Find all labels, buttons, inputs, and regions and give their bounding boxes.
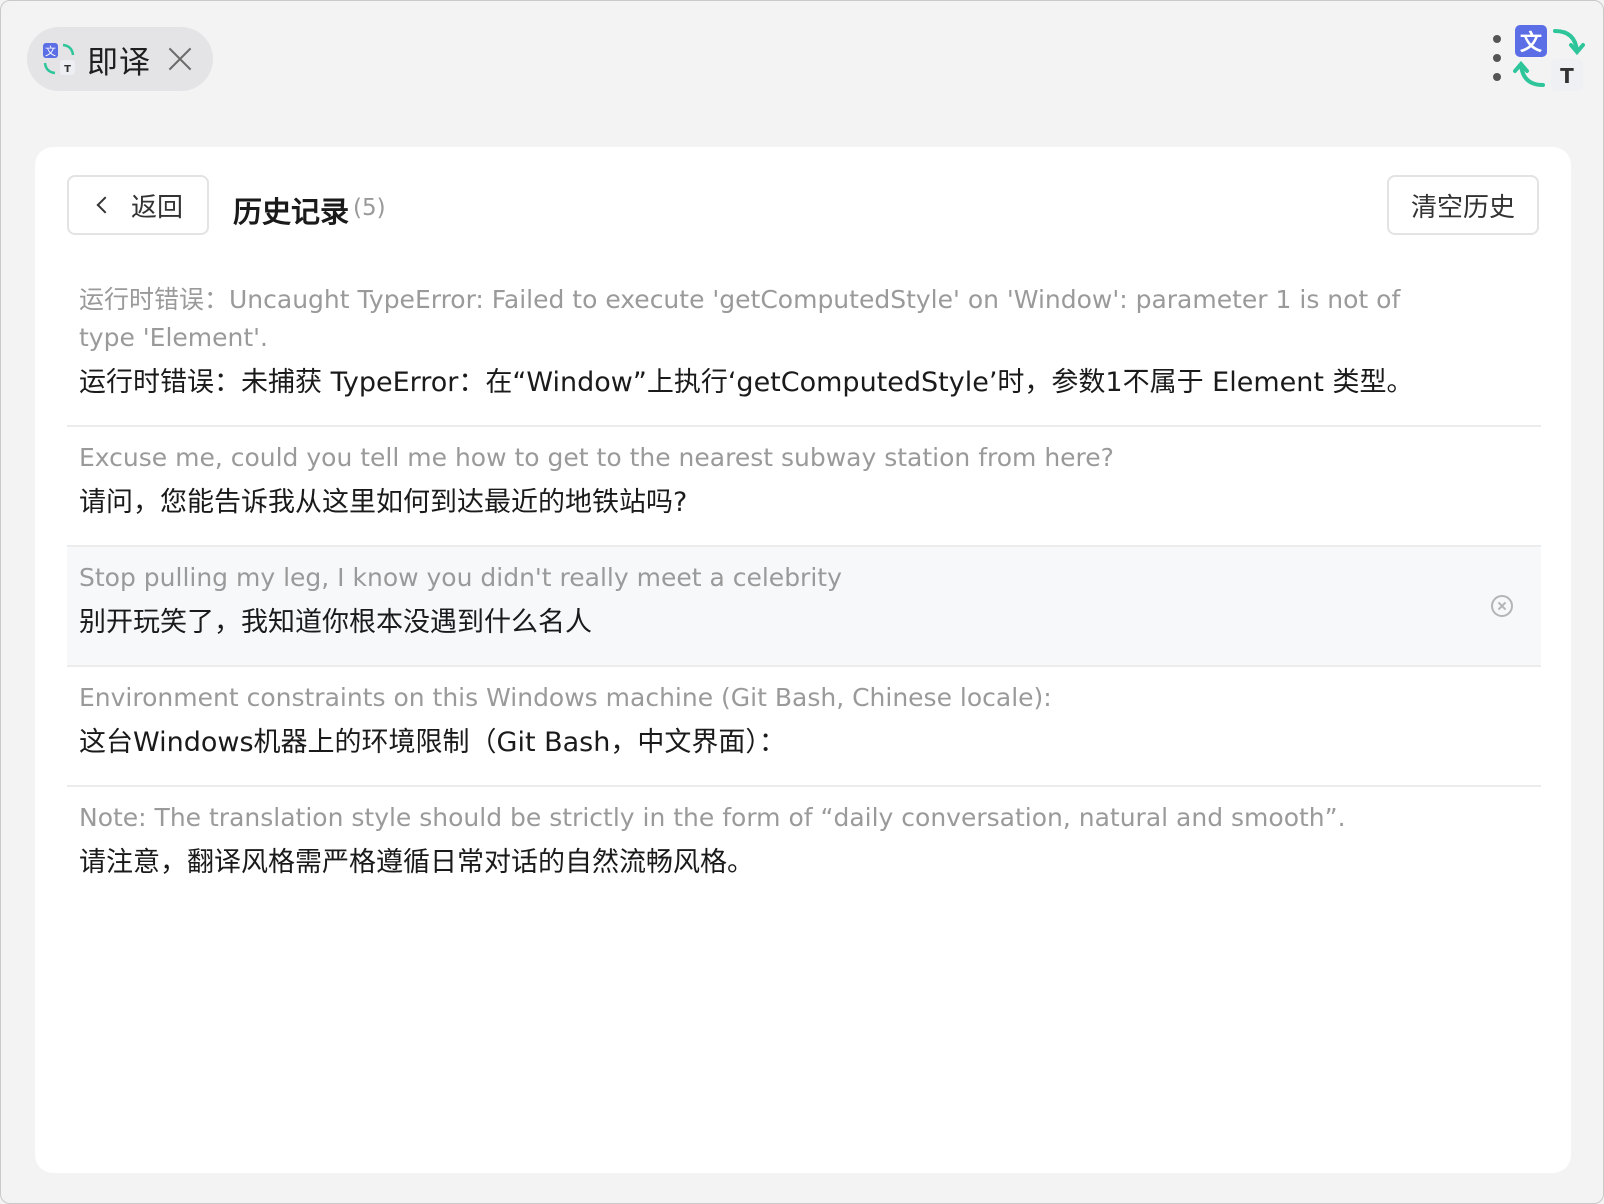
history-item-source: Stop pulling my leg, I know you didn't r…	[79, 563, 842, 592]
history-item-translation: 别开玩笑了，我知道你根本没遇到什么名人	[79, 607, 592, 638]
svg-text:T: T	[1560, 64, 1574, 88]
history-item[interactable]: Excuse me, could you tell me how to get …	[67, 427, 1541, 547]
history-count: (5)	[353, 195, 386, 221]
history-item-source: Environment constraints on this Windows …	[79, 683, 1052, 712]
history-item[interactable]: Environment constraints on this Windows …	[67, 667, 1541, 787]
app-tab[interactable]: 文 T 即译	[27, 27, 213, 91]
close-icon[interactable]	[165, 44, 195, 74]
history-item-translation: 请注意，翻译风格需严格遵循日常对话的自然流畅风格。	[79, 847, 754, 878]
brand-logo-icon: 文 T	[1513, 25, 1585, 91]
app-name: 即译	[87, 44, 151, 81]
delete-item-icon[interactable]	[1491, 595, 1513, 617]
history-item[interactable]: Stop pulling my leg, I know you didn't r…	[67, 547, 1541, 667]
page-title: 历史记录	[233, 195, 350, 229]
history-item-source: 运行时错误：Uncaught TypeError: Failed to exec…	[79, 285, 1401, 352]
history-item-translation: 运行时错误：未捕获 TypeError：在“Window”上执行‘getComp…	[79, 367, 1414, 398]
translate-logo-icon: 文 T	[43, 43, 75, 75]
back-button-label: 返回	[130, 192, 183, 223]
svg-text:文: 文	[1520, 30, 1543, 56]
more-menu-icon[interactable]	[1487, 35, 1507, 81]
back-button[interactable]: 返回	[67, 175, 209, 235]
chevron-left-icon	[96, 196, 114, 214]
history-item-source: Excuse me, could you tell me how to get …	[79, 443, 1114, 472]
history-item[interactable]: Note: The translation style should be st…	[67, 787, 1541, 905]
history-item[interactable]: 运行时错误：Uncaught TypeError: Failed to exec…	[67, 269, 1541, 427]
history-list: 运行时错误：Uncaught TypeError: Failed to exec…	[67, 269, 1541, 905]
history-item-translation: 这台Windows机器上的环境限制（Git Bash，中文界面）：	[79, 727, 786, 758]
app-window: 文 T 即译 文 T 返回 历史记录 (5) 清空历史 运行时错误：Uncaug…	[0, 0, 1604, 1204]
svg-text:T: T	[64, 64, 71, 75]
clear-history-button[interactable]: 清空历史	[1387, 175, 1539, 235]
history-item-source: Note: The translation style should be st…	[79, 803, 1346, 832]
history-panel: 返回 历史记录 (5) 清空历史 运行时错误：Uncaught TypeErro…	[35, 147, 1571, 1173]
svg-text:文: 文	[45, 44, 56, 58]
history-item-translation: 请问，您能告诉我从这里如何到达最近的地铁站吗?	[79, 487, 688, 518]
